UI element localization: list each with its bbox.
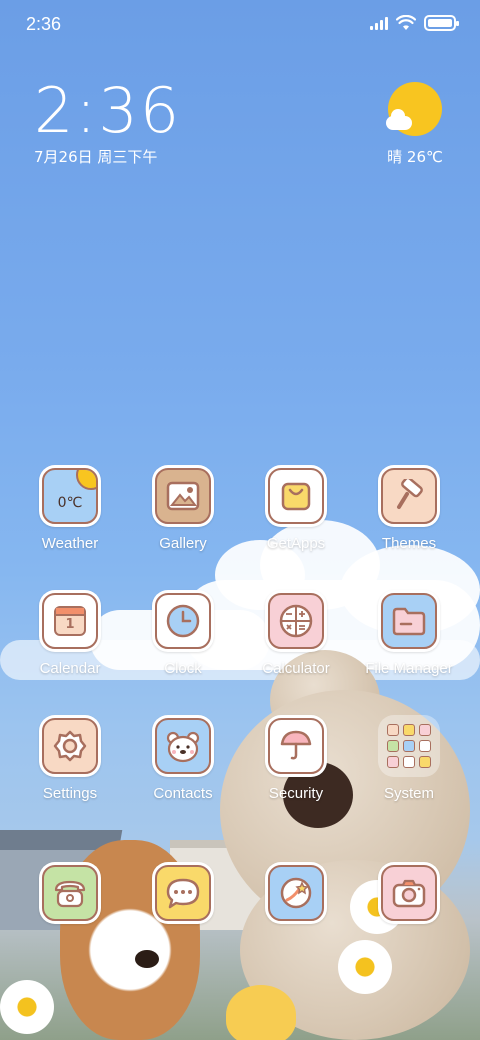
calendar-icon: 1 [42,593,98,649]
app-settings[interactable]: Settings [15,715,125,802]
message-icon [155,865,211,921]
weather-condition: 晴 [387,148,403,166]
wifi-icon [396,15,416,30]
browser-icon [268,865,324,921]
cellular-signal-icon [370,16,388,30]
dock-browser[interactable] [241,862,351,924]
app-file-manager[interactable]: File Manager [354,590,464,677]
app-label: Themes [381,535,437,552]
app-calculator[interactable]: Calculator [241,590,351,677]
shopping-bag-icon [268,468,324,524]
app-label: Weather [41,535,99,552]
shield-icon [268,718,324,774]
app-security[interactable]: Security [241,715,351,802]
app-getapps[interactable]: GetApps [241,465,351,552]
app-label: Contacts [153,785,213,802]
dock-messages[interactable] [128,862,238,924]
app-label: Gallery [159,535,207,552]
app-gallery[interactable]: Gallery [128,465,238,552]
status-time: 2:36 [26,14,62,34]
calculator-icon [268,593,324,649]
app-label: Calculator [262,660,330,677]
app-label: Clock [164,660,202,677]
clock-widget[interactable]: 2:36 7月26日 周三下午 [34,78,181,167]
app-weather[interactable]: 0℃ Weather [15,465,125,552]
weather-temp: 26℃ [406,148,443,166]
dock-camera[interactable] [354,862,464,924]
folder-grid-icon [378,715,440,777]
app-label: File Manager [365,660,453,677]
app-label: Settings [42,785,98,802]
app-themes[interactable]: Themes [354,465,464,552]
app-calendar[interactable]: 1 Calendar [15,590,125,677]
gear-icon [42,718,98,774]
paint-roller-icon [381,468,437,524]
app-folder-system[interactable]: System [354,715,464,802]
app-label: System [383,785,434,802]
bear-face-icon [155,718,211,774]
app-label: GetApps [266,535,326,552]
camera-icon [381,865,437,921]
app-label: Calendar [39,660,101,677]
app-clock[interactable]: Clock [128,590,238,677]
dock-phone[interactable] [15,862,125,924]
app-contacts[interactable]: Contacts [128,715,238,802]
clock-icon [155,593,211,649]
sun-cloud-icon [386,82,442,136]
phone-icon [42,865,98,921]
status-bar: 2:36 [0,0,480,50]
app-label: Security [268,785,324,802]
weather-widget[interactable]: 晴 26℃ [382,82,448,167]
weather-icon: 0℃ [42,468,98,524]
widget-date: 7月26日 周三下午 [34,148,158,166]
folder-icon [381,593,437,649]
battery-icon [424,15,459,31]
widget-time: 2:36 [34,74,182,147]
gallery-icon [155,468,211,524]
